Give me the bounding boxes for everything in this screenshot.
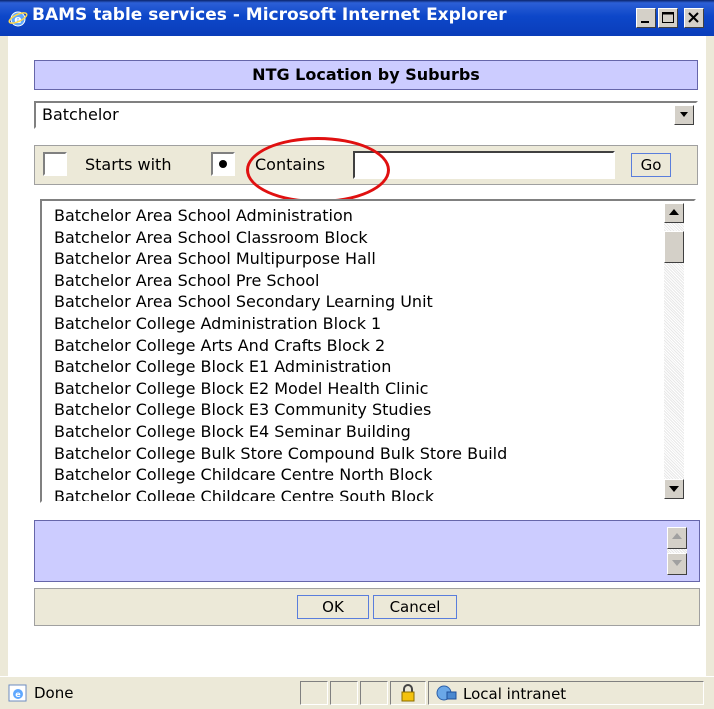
list-item[interactable]: Batchelor College Administration Block 1: [54, 313, 664, 335]
scroll-thumb[interactable]: [664, 231, 684, 263]
info-panel: [34, 520, 700, 582]
window-title: BAMS table services - Microsoft Internet…: [32, 5, 507, 25]
list-item[interactable]: Batchelor Area School Secondary Learning…: [54, 291, 664, 313]
cancel-button-label: Cancel: [389, 598, 441, 616]
intranet-globe-icon: [436, 685, 457, 701]
chevron-down-icon: [680, 112, 688, 117]
scroll-down-button[interactable]: [664, 479, 684, 499]
close-icon: [688, 12, 699, 23]
minimize-icon: [641, 21, 649, 23]
list-item[interactable]: Batchelor College Childcare Centre South…: [54, 486, 664, 501]
status-segment: [360, 681, 388, 705]
list-item[interactable]: Batchelor Area School Administration: [54, 205, 664, 227]
cancel-button[interactable]: Cancel: [373, 595, 457, 619]
close-button[interactable]: [684, 8, 704, 28]
ok-button-label: OK: [322, 598, 344, 616]
ie-page-icon: e: [8, 684, 27, 702]
status-bar: e Done Local intranet: [0, 676, 714, 709]
contains-label: Contains: [255, 155, 326, 174]
arrow-down-icon: [669, 486, 679, 492]
lock-icon: [401, 684, 415, 702]
suburb-select[interactable]: Batchelor: [34, 101, 698, 129]
search-input[interactable]: [353, 151, 615, 179]
maximize-icon: [662, 12, 674, 23]
panel-title: NTG Location by Suburbs: [252, 65, 480, 84]
action-row: OK Cancel: [34, 588, 700, 626]
arrow-down-icon: [672, 560, 682, 566]
list-item[interactable]: Batchelor College Childcare Centre North…: [54, 464, 664, 486]
list-item[interactable]: Batchelor College Bulk Store Compound Bu…: [54, 443, 664, 465]
go-button-label: Go: [640, 156, 662, 174]
status-zone: Local intranet: [428, 681, 704, 705]
status-segment: [300, 681, 328, 705]
ie-logo-icon: e: [8, 11, 28, 27]
search-row: Starts with Contains Go: [34, 145, 698, 185]
svg-text:e: e: [15, 690, 21, 699]
list-item[interactable]: Batchelor Area School Multipurpose Hall: [54, 248, 664, 270]
arrow-up-icon: [669, 209, 679, 215]
list-item[interactable]: Batchelor Area School Pre School: [54, 270, 664, 292]
ok-button[interactable]: OK: [297, 595, 369, 619]
status-segment: [390, 681, 426, 705]
list-item[interactable]: Batchelor College Block E4 Seminar Build…: [54, 421, 664, 443]
results-listbox[interactable]: Batchelor Area School Administration Bat…: [40, 199, 696, 503]
list-item[interactable]: Batchelor Area School Classroom Block: [54, 227, 664, 249]
maximize-button[interactable]: [658, 8, 678, 28]
zone-text: Local intranet: [463, 685, 567, 703]
list-item[interactable]: Batchelor College Block E2 Model Health …: [54, 378, 664, 400]
scroll-up-button[interactable]: [664, 203, 684, 223]
dropdown-arrow-button[interactable]: [674, 105, 694, 125]
contains-radio[interactable]: [211, 152, 235, 176]
list-item[interactable]: Batchelor College Arts And Crafts Block …: [54, 335, 664, 357]
list-item[interactable]: Batchelor College Block E3 Community Stu…: [54, 399, 664, 421]
status-text: Done: [34, 684, 74, 702]
suburb-select-value: Batchelor: [42, 105, 119, 124]
browser-window: e BAMS table services - Microsoft Intern…: [0, 0, 714, 709]
arrow-up-icon: [672, 533, 682, 539]
info-scroll-up-button[interactable]: [667, 527, 687, 549]
info-scrollbar[interactable]: [667, 527, 687, 575]
results-list: Batchelor Area School Administration Bat…: [54, 205, 664, 501]
status-segment: [330, 681, 358, 705]
go-button[interactable]: Go: [631, 153, 671, 177]
starts-with-label: Starts with: [85, 155, 172, 174]
panel-header: NTG Location by Suburbs: [34, 60, 698, 90]
minimize-button[interactable]: [636, 8, 656, 28]
starts-with-radio[interactable]: [43, 152, 67, 176]
title-bar[interactable]: e BAMS table services - Microsoft Intern…: [0, 0, 714, 36]
radio-selected-dot: [219, 160, 227, 168]
list-item[interactable]: Batchelor College Block E1 Administratio…: [54, 356, 664, 378]
results-scrollbar[interactable]: [664, 203, 684, 499]
info-scroll-down-button[interactable]: [667, 553, 687, 575]
